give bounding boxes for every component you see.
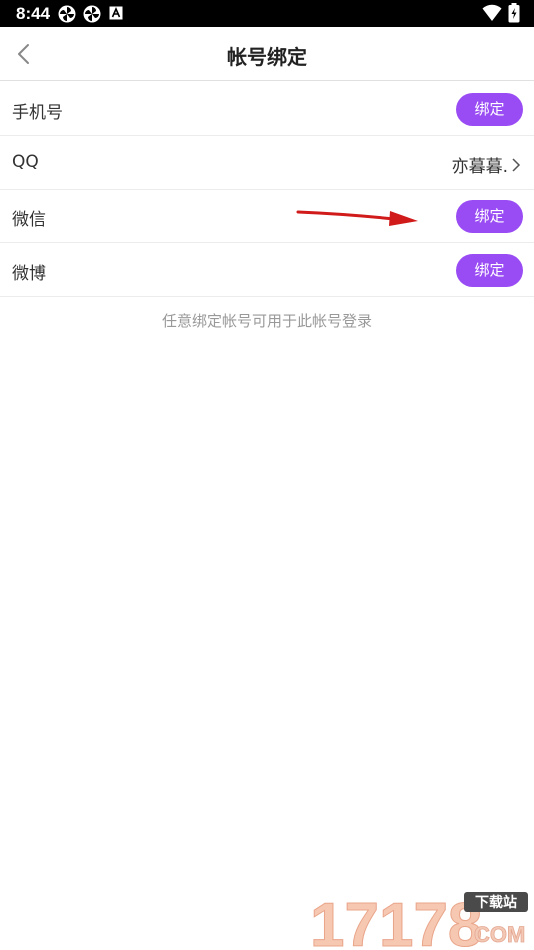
account-row-wechat: 微信 绑定 (0, 189, 534, 243)
wifi-icon (482, 4, 502, 21)
font-a-icon (109, 6, 123, 20)
row-label-weibo: 微博 (12, 264, 46, 284)
bind-wechat-button[interactable]: 绑定 (456, 200, 523, 233)
bind-hint-text: 任意绑定帐号可用于此帐号登录 (161, 312, 372, 330)
page-title: 帐号绑定 (227, 45, 307, 69)
row-label-wechat: 微信 (12, 210, 46, 230)
watermark-suffix: COM (474, 922, 525, 947)
pinwheel-icon (83, 5, 101, 23)
battery-charging-icon (508, 3, 520, 23)
account-row-weibo: 微博 绑定 (0, 243, 534, 297)
bind-phone-button[interactable]: 绑定 (456, 93, 523, 126)
row-label-qq: QQ (12, 152, 39, 172)
row-label-phone: 手机号 (12, 103, 63, 123)
status-time: 8:44 (16, 4, 51, 23)
watermark-number: 17178 (310, 891, 482, 950)
site-watermark: 17178 下载站 COM (304, 886, 534, 950)
qq-account-name: 亦暮暮. (451, 157, 508, 177)
watermark-logo: 17178 下载站 COM (310, 891, 528, 950)
qq-bound-account[interactable]: 亦暮暮. (452, 152, 522, 177)
red-arrow-annotation (296, 210, 418, 226)
chevron-right-icon (512, 157, 521, 172)
pinwheel-icon (58, 5, 76, 23)
account-row-phone: 手机号 绑定 (0, 82, 534, 136)
bind-weibo-button[interactable]: 绑定 (456, 254, 523, 287)
account-row-qq: QQ 亦暮暮. (0, 136, 534, 190)
status-bar: 8:44 (0, 0, 534, 27)
nav-bar: 帐号绑定 (0, 27, 534, 81)
watermark-badge: 下载站 (475, 894, 517, 911)
